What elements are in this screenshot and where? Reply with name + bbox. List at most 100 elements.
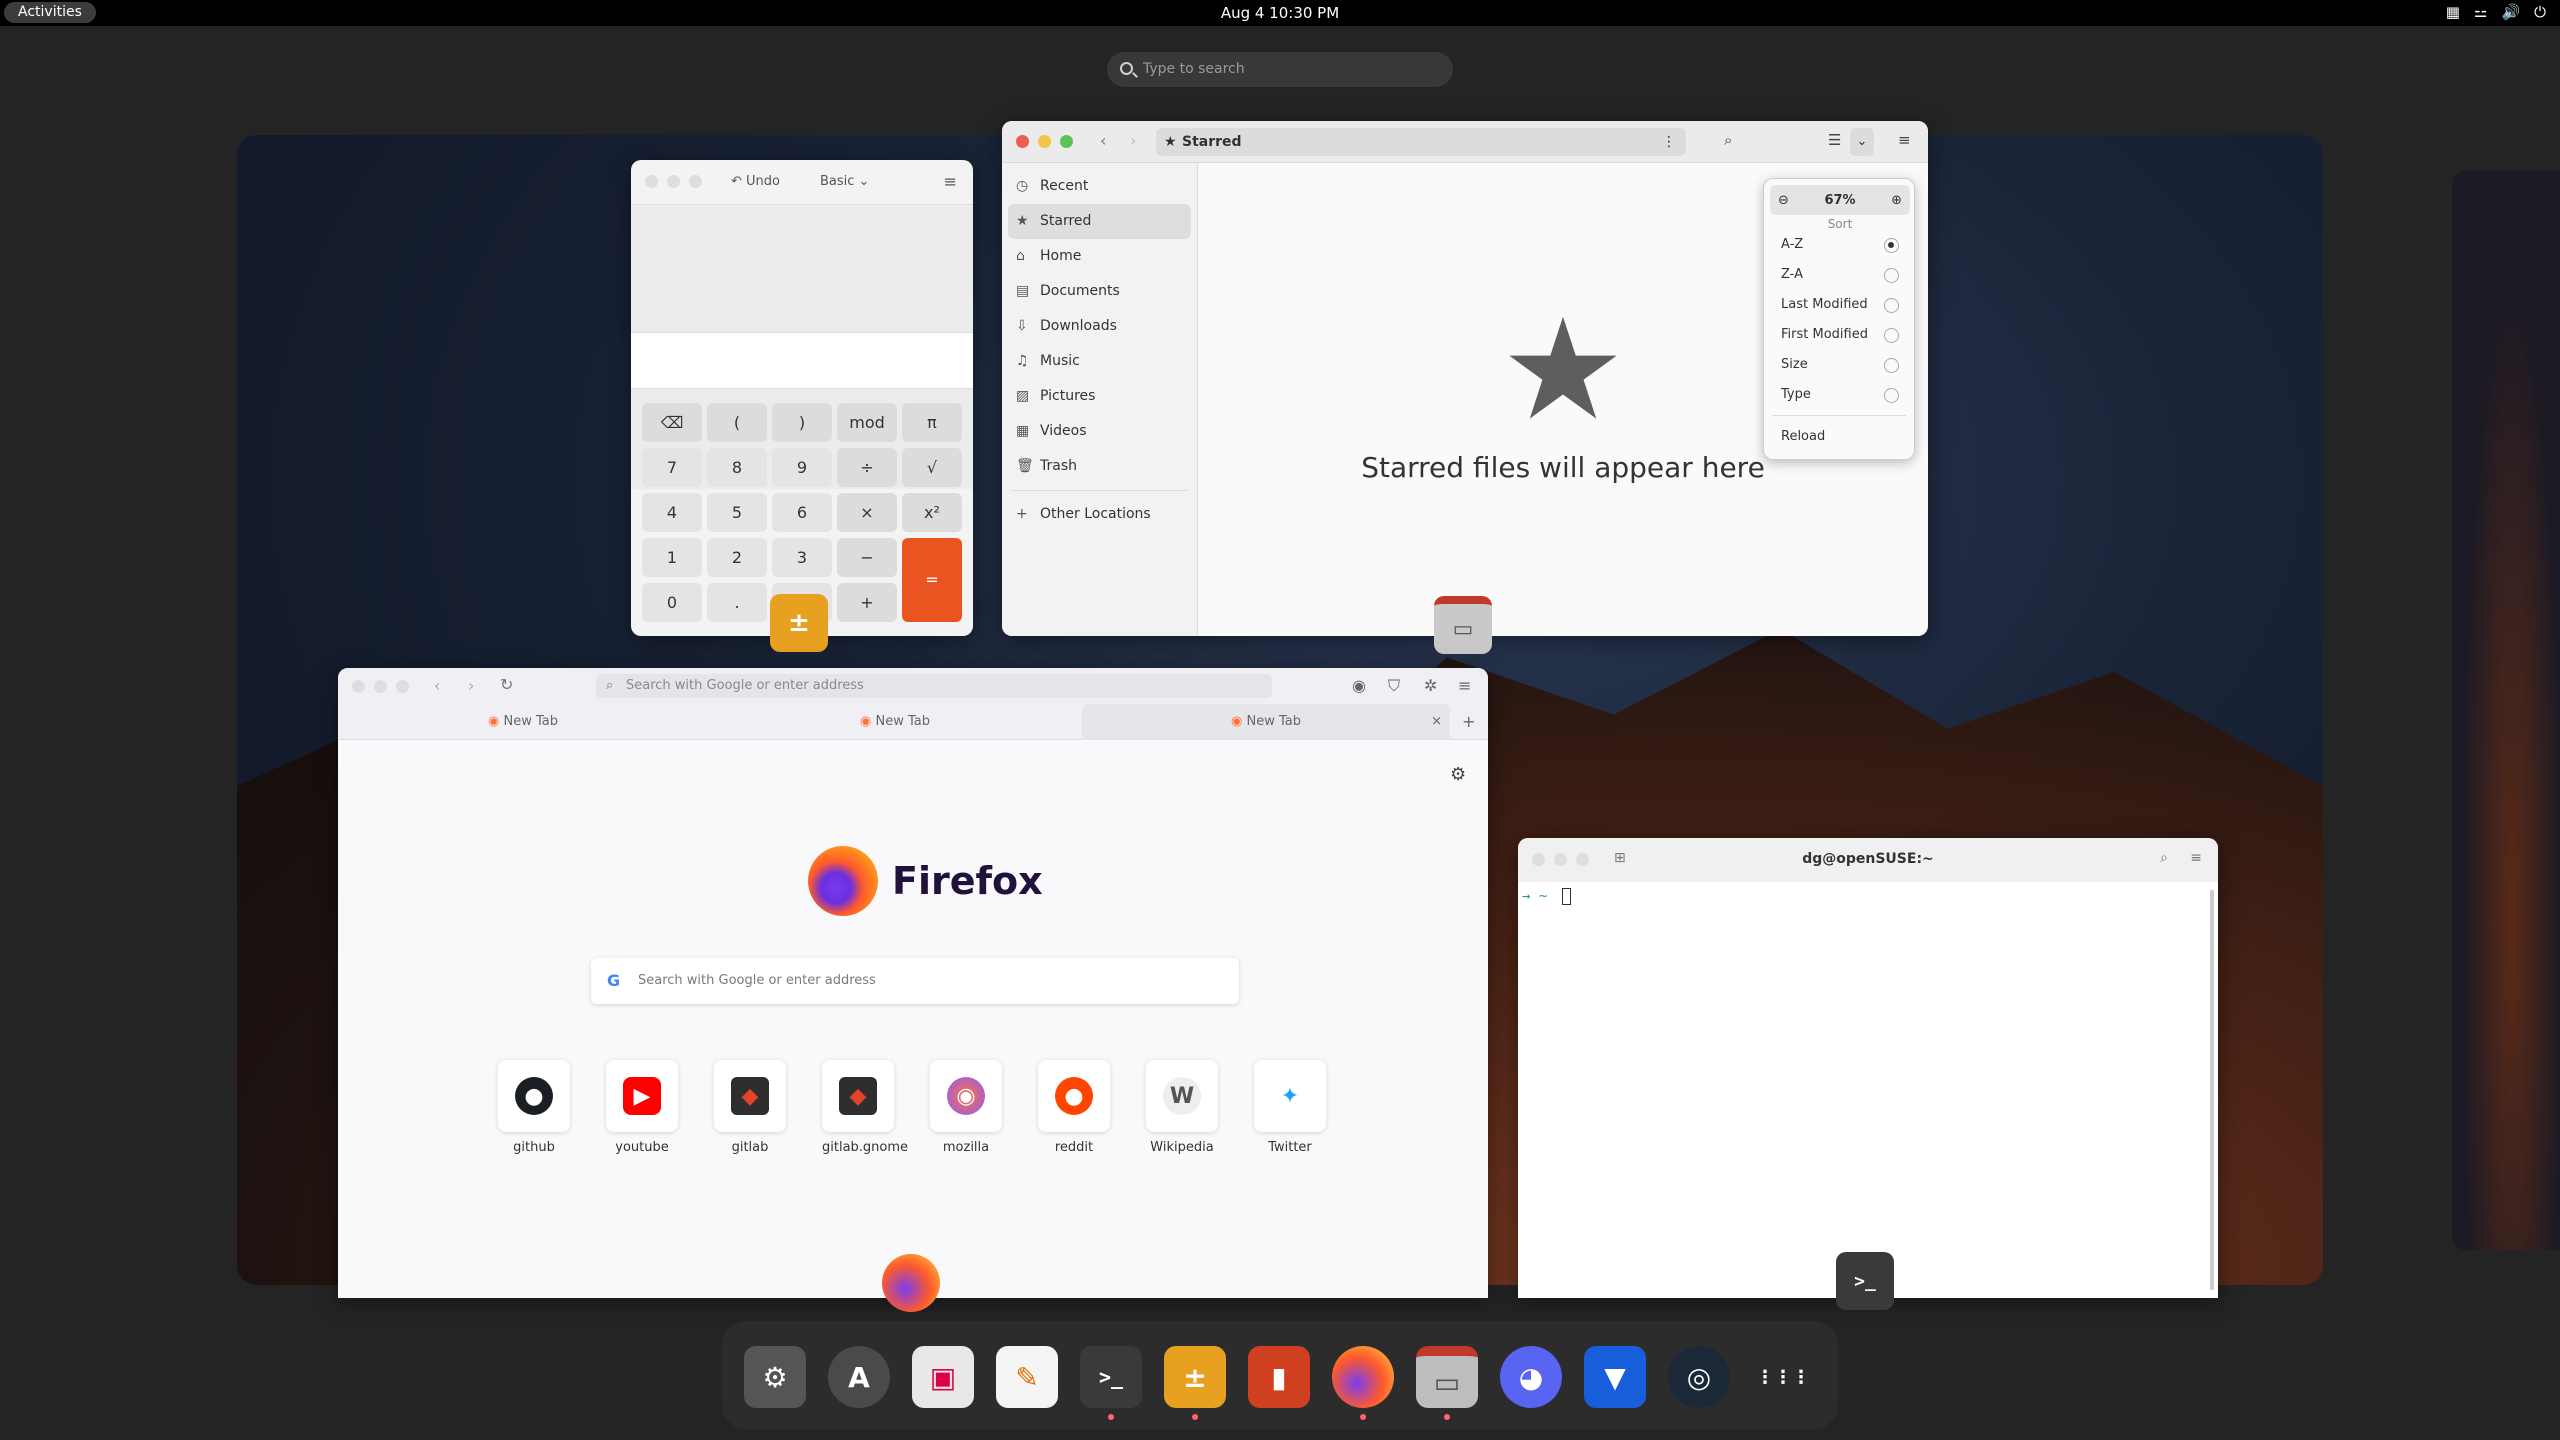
sidebar-item-trash[interactable]: 🗑 Trash	[1002, 449, 1197, 484]
equals-key[interactable]: =	[902, 538, 962, 622]
terminal-icon[interactable]: >_	[1080, 1346, 1142, 1408]
overview-search-input[interactable]: Type to search	[1107, 52, 1453, 87]
shortcut-mozilla[interactable]: ◉ mozilla	[930, 1060, 1002, 1155]
address-bar[interactable]: ⌕ Search with Google or enter address	[596, 674, 1272, 698]
text-editor-icon[interactable]: ✎	[996, 1346, 1058, 1408]
power-icon[interactable]: ⏻	[2534, 3, 2546, 21]
digit-6-key[interactable]: 6	[772, 493, 832, 532]
settings-icon[interactable]: ⚙	[744, 1346, 806, 1408]
close-button[interactable]	[352, 680, 365, 693]
window-controls[interactable]	[1016, 135, 1073, 148]
pi-key[interactable]: π	[902, 403, 962, 442]
sidebar-item-documents[interactable]: ▤ Documents	[1002, 274, 1197, 309]
tray-indicator-icon[interactable]: ▦	[2446, 3, 2460, 21]
digit-4-key[interactable]: 4	[642, 493, 702, 532]
window-controls[interactable]	[645, 175, 702, 188]
forward-icon[interactable]: ›	[468, 676, 474, 695]
tab-2[interactable]: ◉ New Tab	[710, 704, 1080, 740]
close-button[interactable]	[1016, 135, 1029, 148]
steam-icon[interactable]: ◎	[1668, 1346, 1730, 1408]
multiply-key[interactable]: ×	[837, 493, 897, 532]
open-paren-key[interactable]: (	[707, 403, 767, 442]
radio-button[interactable]	[1884, 298, 1899, 313]
tab-1[interactable]: ◉ New Tab	[338, 704, 708, 740]
radio-button[interactable]	[1884, 238, 1899, 253]
digit-8-key[interactable]: 8	[707, 448, 767, 487]
radio-button[interactable]	[1884, 328, 1899, 343]
path-bar[interactable]: ★ Starred ⋮	[1156, 128, 1686, 156]
shortcut-github[interactable]: ● github	[498, 1060, 570, 1155]
back-icon[interactable]: ‹	[434, 676, 440, 695]
digit-5-key[interactable]: 5	[707, 493, 767, 532]
radio-button[interactable]	[1884, 388, 1899, 403]
shortcut-gitlab[interactable]: ◆ gitlab	[714, 1060, 786, 1155]
shortcut-gitlab-gnome[interactable]: ◆ gitlab.gnome	[822, 1060, 908, 1155]
sidebar-item-other-locations[interactable]: + Other Locations	[1002, 497, 1197, 532]
sidebar-item-downloads[interactable]: ⇩ Downloads	[1002, 309, 1197, 344]
system-tray[interactable]: ▦ ⚍ 🔊 ⏻	[2446, 3, 2546, 21]
subtract-key[interactable]: −	[837, 538, 897, 577]
maximize-button[interactable]	[689, 175, 702, 188]
reload-icon[interactable]: ↻	[500, 675, 513, 694]
shortcut-twitter[interactable]: ✦ Twitter	[1254, 1060, 1326, 1155]
close-paren-key[interactable]: )	[772, 403, 832, 442]
shortcut-youtube[interactable]: ▶ youtube	[606, 1060, 678, 1155]
calculator-window[interactable]: ↶ Undo Basic ⌄ ≡ ⌫ ( ) mod π 7 8 9 ÷ √ 4…	[631, 160, 973, 636]
sidebar-item-music[interactable]: ♫ Music	[1002, 344, 1197, 379]
close-tab-icon[interactable]: ×	[1431, 704, 1442, 740]
mod-key[interactable]: mod	[837, 403, 897, 442]
digit-3-key[interactable]: 3	[772, 538, 832, 577]
search-icon[interactable]: ⌕	[1724, 131, 1732, 149]
adjacent-workspace-preview[interactable]	[2452, 170, 2560, 1250]
radio-button[interactable]	[1884, 358, 1899, 373]
gear-icon[interactable]: ⚙	[1450, 764, 1466, 785]
newtab-search-input[interactable]: G Search with Google or enter address	[591, 958, 1239, 1004]
sidebar-item-videos[interactable]: ▦ Videos	[1002, 414, 1197, 449]
terminal-window[interactable]: ⊞ dg@openSUSE:~ ⌕ ≡ → ~	[1518, 838, 2218, 1298]
minimize-button[interactable]	[374, 680, 387, 693]
divide-key[interactable]: ÷	[837, 448, 897, 487]
mode-dropdown[interactable]: Basic ⌄	[820, 174, 869, 189]
digit-2-key[interactable]: 2	[707, 538, 767, 577]
zoom-out-icon[interactable]: ⊖	[1778, 193, 1789, 208]
software-icon[interactable]: A	[828, 1346, 890, 1408]
shortcut-wikipedia[interactable]: W Wikipedia	[1146, 1060, 1218, 1155]
store-icon[interactable]: ▣	[912, 1346, 974, 1408]
square-key[interactable]: x²	[902, 493, 962, 532]
calculator-icon[interactable]: ±	[1164, 1346, 1226, 1408]
backspace-key[interactable]: ⌫	[642, 403, 702, 442]
sidebar-item-recent[interactable]: ◷ Recent	[1002, 169, 1197, 204]
radio-button[interactable]	[1884, 268, 1899, 283]
sidebar-item-pictures[interactable]: ▨ Pictures	[1002, 379, 1197, 414]
bitwarden-icon[interactable]: ▼	[1584, 1346, 1646, 1408]
maximize-button[interactable]	[1060, 135, 1073, 148]
tab-3[interactable]: ◉ New Tab ×	[1082, 704, 1450, 740]
digit-0-key[interactable]: 0	[642, 583, 702, 622]
digit-7-key[interactable]: 7	[642, 448, 702, 487]
network-icon[interactable]: ⚍	[2474, 3, 2487, 21]
decimal-key[interactable]: .	[707, 583, 767, 622]
zoom-in-icon[interactable]: ⊕	[1891, 193, 1902, 208]
zoom-level[interactable]: 67%	[1824, 193, 1855, 208]
sqrt-key[interactable]: √	[902, 448, 962, 487]
scrollbar[interactable]	[2210, 890, 2214, 1290]
back-icon[interactable]: ‹	[1100, 131, 1106, 150]
discord-icon[interactable]: ◕	[1500, 1346, 1562, 1408]
sidebar-item-home[interactable]: ⌂ Home	[1002, 239, 1197, 274]
extensions-icon[interactable]: ✲	[1424, 676, 1437, 695]
digit-1-key[interactable]: 1	[642, 538, 702, 577]
maximize-button[interactable]	[396, 680, 409, 693]
reload-button[interactable]: Reload	[1781, 429, 1825, 444]
forward-icon[interactable]: ›	[1130, 131, 1136, 150]
account-icon[interactable]: ◉	[1352, 676, 1366, 695]
new-tab-icon[interactable]: +	[1462, 704, 1475, 740]
add-key[interactable]: +	[837, 583, 897, 622]
shield-icon[interactable]: ⛉	[1388, 676, 1400, 696]
volume-icon[interactable]: 🔊	[2501, 3, 2520, 21]
menu-icon[interactable]: ≡	[1898, 131, 1911, 149]
minimize-button[interactable]	[667, 175, 680, 188]
menu-icon[interactable]: ≡	[2190, 850, 2202, 866]
menu-icon[interactable]: ≡	[1458, 676, 1471, 695]
terminal-output[interactable]: → ~	[1522, 888, 1571, 905]
search-icon[interactable]: ⌕	[2160, 850, 2168, 866]
